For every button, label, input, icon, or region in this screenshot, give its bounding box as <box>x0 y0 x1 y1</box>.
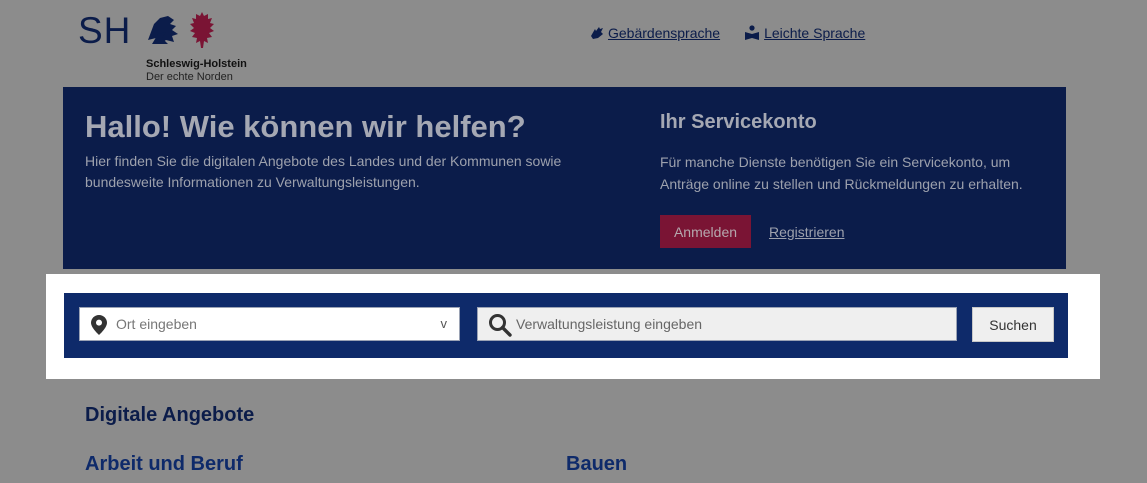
category-arbeit-und-beruf[interactable]: Arbeit und Beruf <box>85 453 243 476</box>
logo-abbreviation: SH <box>78 10 132 51</box>
coat-of-arms-icon <box>148 12 214 48</box>
category-bauen[interactable]: Bauen <box>566 453 627 476</box>
sign-language-icon <box>591 27 603 39</box>
logo-name: Schleswig-Holstein <box>146 58 247 70</box>
hero-description: Hier finden Sie die digitalen Angebote d… <box>85 153 562 190</box>
search-icon <box>489 314 512 337</box>
accessibility-links: Gebärdensprache Leichte Sprache <box>590 25 865 41</box>
digital-offers-heading: Digitale Angebote <box>85 404 255 426</box>
place-select[interactable]: v <box>79 307 460 341</box>
register-link[interactable]: Registrieren <box>769 224 844 240</box>
page-title: Hallo! Wie können wir helfen? <box>85 109 526 144</box>
service-search-field[interactable] <box>477 307 957 341</box>
service-search-input[interactable] <box>516 308 946 340</box>
servicekonto-description: Für manche Dienste benötigen Sie ein Ser… <box>660 154 1023 192</box>
login-button[interactable]: Anmelden <box>660 215 751 248</box>
site-logo[interactable]: SH Schleswig-Holstein Der echte Norden <box>78 8 278 86</box>
logo-slogan: Der echte Norden <box>146 71 233 83</box>
easy-language-icon <box>745 25 760 40</box>
hero-banner: Hallo! Wie können wir helfen? Hier finde… <box>63 87 1066 269</box>
sign-language-link[interactable]: Gebärdensprache <box>590 25 720 41</box>
servicekonto-title: Ihr Servicekonto <box>660 111 817 133</box>
sign-language-label: Gebärdensprache <box>608 25 721 41</box>
chevron-down-icon[interactable]: v <box>441 316 448 331</box>
search-bar: v Suchen <box>64 293 1068 358</box>
place-input[interactable] <box>116 308 436 340</box>
search-panel: v Suchen <box>46 274 1100 379</box>
location-pin-icon <box>91 315 107 335</box>
easy-language-label: Leichte Sprache <box>764 25 866 41</box>
search-button[interactable]: Suchen <box>972 307 1054 342</box>
easy-language-link[interactable]: Leichte Sprache <box>744 25 865 41</box>
